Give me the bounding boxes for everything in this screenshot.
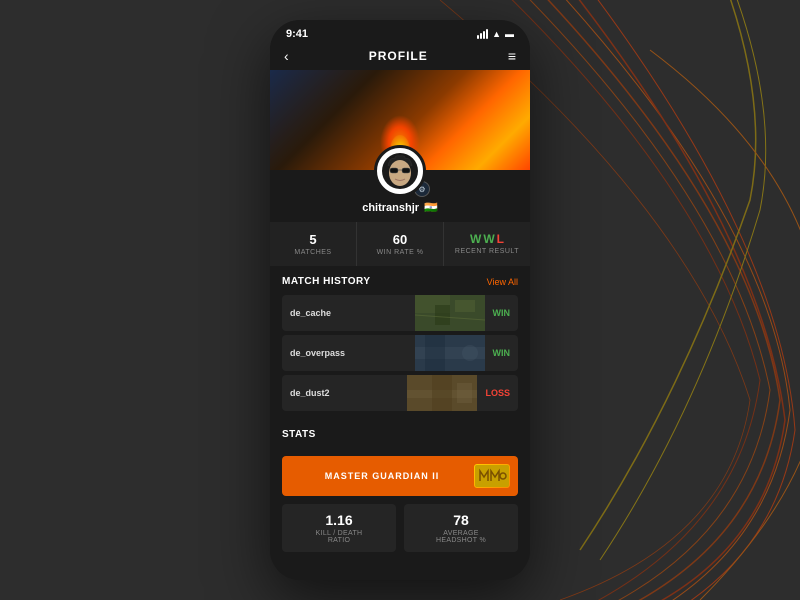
battery-icon: ▬: [505, 29, 514, 39]
hs-value: 78: [412, 512, 510, 528]
avatar-face: [380, 151, 420, 191]
match-name-cache: de_cache: [282, 308, 339, 318]
phone-container: 9:41 ▲ ▬ ‹ PROFILE ≡: [270, 20, 530, 580]
kd-label: KILL / DEATHRATIO: [290, 530, 388, 544]
hs-stat-box: 78 AVERAGEHEADSHOT %: [404, 504, 518, 552]
rank-section: MASTER GUARDIAN II: [270, 452, 530, 504]
recent-label: RECENT RESULT: [455, 248, 519, 255]
match-name-dust2: de_dust2: [282, 388, 338, 398]
match-name-overpass: de_overpass: [282, 348, 353, 358]
rank-label: MASTER GUARDIAN II: [290, 471, 474, 481]
hs-label: AVERAGEHEADSHOT %: [412, 530, 510, 544]
match-history-title: MATCH HISTORY: [282, 276, 371, 287]
match-result-overpass: WIN: [485, 348, 519, 358]
stats-title: STATS: [282, 429, 316, 440]
recent-results-stat: W W L RECENT RESULT: [444, 222, 530, 266]
username-row: chitranshjr 🇮🇳: [362, 201, 438, 214]
matches-stat: 5 MATCHES: [270, 222, 357, 266]
status-icons: ▲ ▬: [477, 29, 514, 39]
status-bar: 9:41 ▲ ▬: [270, 20, 530, 44]
view-all-button[interactable]: View All: [487, 277, 518, 287]
back-button[interactable]: ‹: [284, 48, 289, 64]
wifi-icon: ▲: [492, 29, 501, 39]
stats-grid: 1.16 KILL / DEATHRATIO 78 AVERAGEHEADSHO…: [270, 504, 530, 560]
flag-icon: 🇮🇳: [424, 201, 438, 214]
scroll-content: ⚙ chitranshjr 🇮🇳 5 MATCHES 60 WIN RATE %…: [270, 70, 530, 580]
winrate-value: 60: [393, 232, 407, 247]
winrate-stat: 60 WIN RATE %: [357, 222, 444, 266]
winrate-label: WIN RATE %: [377, 249, 424, 256]
avatar: [374, 145, 426, 197]
signal-icon: [477, 29, 488, 39]
kd-value: 1.16: [290, 512, 388, 528]
match-result-cache: WIN: [485, 308, 519, 318]
kd-stat-box: 1.16 KILL / DEATHRATIO: [282, 504, 396, 552]
stats-section: STATS: [270, 419, 530, 452]
match-history-header: MATCH HISTORY View All: [282, 276, 518, 287]
result-w1: W: [470, 232, 481, 246]
quick-stats-row: 5 MATCHES 60 WIN RATE % W W L RECENT RES…: [270, 222, 530, 266]
result-l1: L: [497, 232, 504, 246]
match-item-dust2[interactable]: de_dust2 LOSS: [282, 375, 518, 411]
status-time: 9:41: [286, 28, 308, 40]
top-nav: ‹ PROFILE ≡: [270, 44, 530, 70]
matches-label: MATCHES: [294, 249, 331, 256]
matches-value: 5: [309, 232, 316, 247]
page-title: PROFILE: [369, 49, 428, 63]
rank-icon: [474, 464, 510, 488]
menu-button[interactable]: ≡: [508, 48, 516, 64]
recent-results: W W L: [470, 232, 504, 246]
match-thumb-dust2: [407, 375, 477, 411]
match-item-overpass[interactable]: de_overpass WIN: [282, 335, 518, 371]
match-result-dust2: LOSS: [477, 388, 518, 398]
rank-button[interactable]: MASTER GUARDIAN II: [282, 456, 518, 496]
match-thumb-overpass: [415, 335, 485, 371]
stats-section-header: STATS: [282, 429, 518, 440]
match-history-section: MATCH HISTORY View All de_cache: [270, 266, 530, 419]
username-label: chitranshjr: [362, 202, 419, 214]
result-w2: W: [483, 232, 494, 246]
match-thumb-cache: [415, 295, 485, 331]
match-item-cache[interactable]: de_cache WIN: [282, 295, 518, 331]
